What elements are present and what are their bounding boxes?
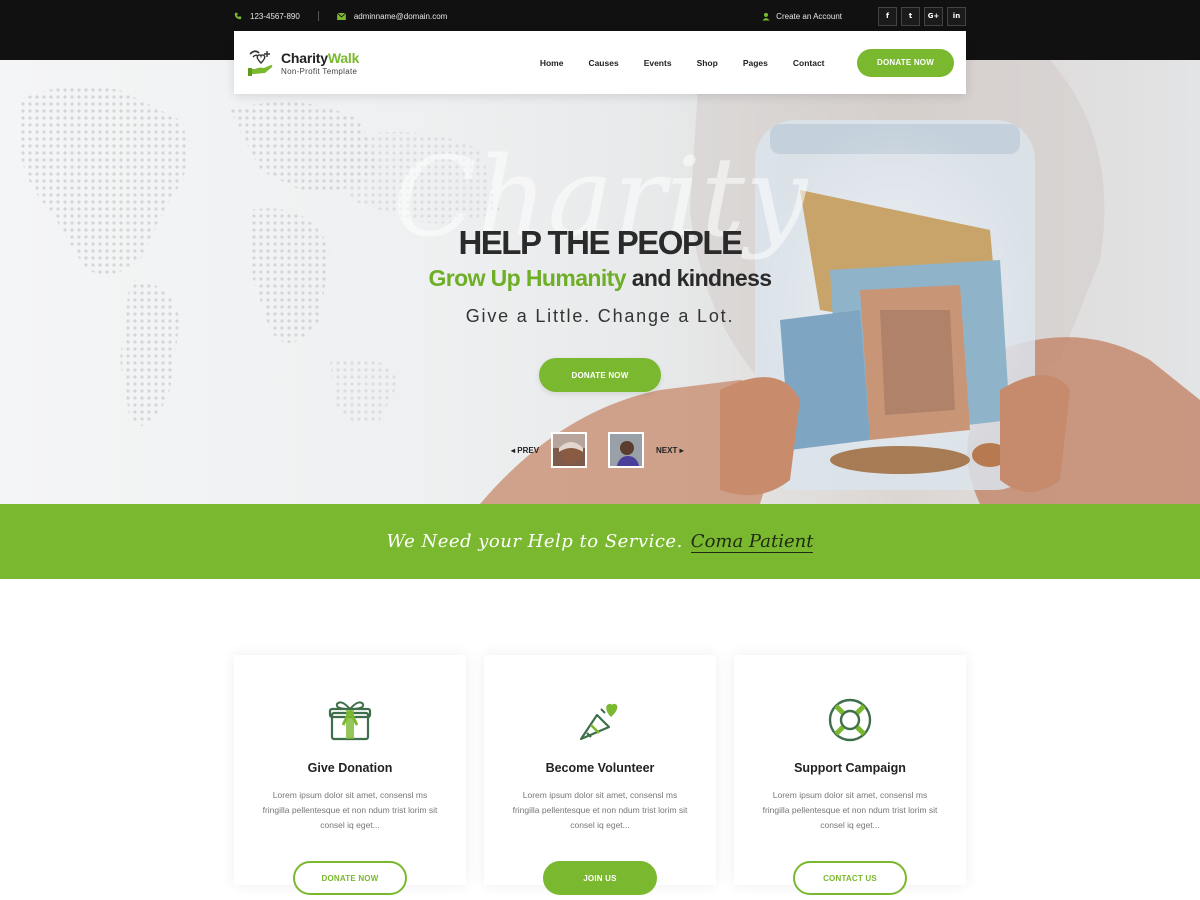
gift-icon [328,701,372,741]
feature-card-volunteer: Become Volunteer Lorem ipsum dolor sit a… [484,655,716,895]
prev-label: PREV [517,446,540,455]
twitter-icon[interactable]: t [901,6,920,26]
child-portrait-image [553,434,585,466]
site-logo[interactable]: CharityWalk Non-Profit Template [247,48,359,78]
email-info: adminname@domain.com [336,12,448,21]
email-address[interactable]: adminname@domain.com [354,12,448,21]
social-links: f t G+ in [878,6,966,26]
chevron-right-icon: ▸ [679,446,684,455]
google-plus-icon[interactable]: G+ [924,6,943,26]
charity-hand-heart-icon [248,49,273,76]
phone-number: 123-4567-890 [250,11,300,21]
lifebuoy-icon [828,698,872,742]
help-banner: We Need your Help to Service. Coma Patie… [0,504,1200,579]
phone-icon [234,12,242,20]
prev-slide-button[interactable]: ◂ PREV [511,446,539,455]
donate-now-button[interactable]: DONATE NOW [293,861,407,895]
create-account-link[interactable]: Create an Account [762,12,842,21]
nav-home[interactable]: Home [540,58,564,68]
nav-events[interactable]: Events [644,58,672,68]
hero-donate-button[interactable]: DONATE NOW [539,358,661,392]
create-account-label: Create an Account [776,11,842,21]
logo-name-dark: Charity [281,49,328,66]
banner-text: We Need your Help to Service. [386,531,683,552]
hero-tagline: Give a Little. Change a Lot. [465,306,735,326]
card-title: Become Volunteer [545,761,655,775]
logo-name-green: Walk [327,49,360,66]
slide-thumbnail[interactable] [551,432,587,468]
logo-name: CharityWalk [281,50,359,66]
feature-card-donation: Give Donation Lorem ipsum dolor sit amet… [234,655,466,895]
linkedin-icon[interactable]: in [947,6,966,26]
logo-tagline: Non-Profit Template [281,66,358,76]
next-label: NEXT [656,446,678,455]
phone-info: 123-4567-890 [234,12,300,21]
card-description: Lorem ipsum dolor sit amet, consensl ms … [512,790,688,830]
card-description: Lorem ipsum dolor sit amet, consensl ms … [262,790,438,830]
main-nav: Home Causes Events Shop Pages Contact DO… [527,48,954,77]
contact-us-button[interactable]: CONTACT US [793,861,907,895]
slider-nav: ◂ PREV NEXT ▸ [0,432,1200,468]
hero-title: HELP THE PEOPLE [458,224,743,261]
envelope-icon [336,12,346,20]
main-header: CharityWalk Non-Profit Template Home Cau… [234,31,966,94]
megaphone-heart-icon [579,703,618,741]
next-slide-button[interactable]: NEXT ▸ [656,446,684,455]
slide-thumbnail[interactable] [608,432,644,468]
nav-contact[interactable]: Contact [793,58,825,68]
nav-causes[interactable]: Causes [588,58,618,68]
hero-subtitle-green: Grow Up Humanity [428,265,626,291]
card-title: Support Campaign [794,761,906,775]
child-portrait-image [610,434,642,466]
nav-shop[interactable]: Shop [697,58,718,68]
hero-slider: Charity HELP THE PEOPLE Grow Up Humanity… [0,60,1200,504]
join-us-button[interactable]: JOIN US [543,861,657,895]
feature-card-campaign: Support Campaign Lorem ipsum dolor sit a… [734,655,966,895]
banner-link[interactable]: Coma Patient [690,531,814,553]
card-description: Lorem ipsum dolor sit amet, consensl ms … [762,790,938,830]
hero-subtitle-rest: and kindness [631,265,772,291]
facebook-icon[interactable]: f [878,6,897,26]
nav-pages[interactable]: Pages [743,58,768,68]
chevron-left-icon: ◂ [511,446,516,455]
divider [317,11,319,21]
hero-subtitle: Grow Up Humanity and kindness [0,265,1200,292]
header-donate-button[interactable]: DONATE NOW [857,48,954,77]
user-icon [762,12,770,20]
card-title: Give Donation [307,761,393,775]
